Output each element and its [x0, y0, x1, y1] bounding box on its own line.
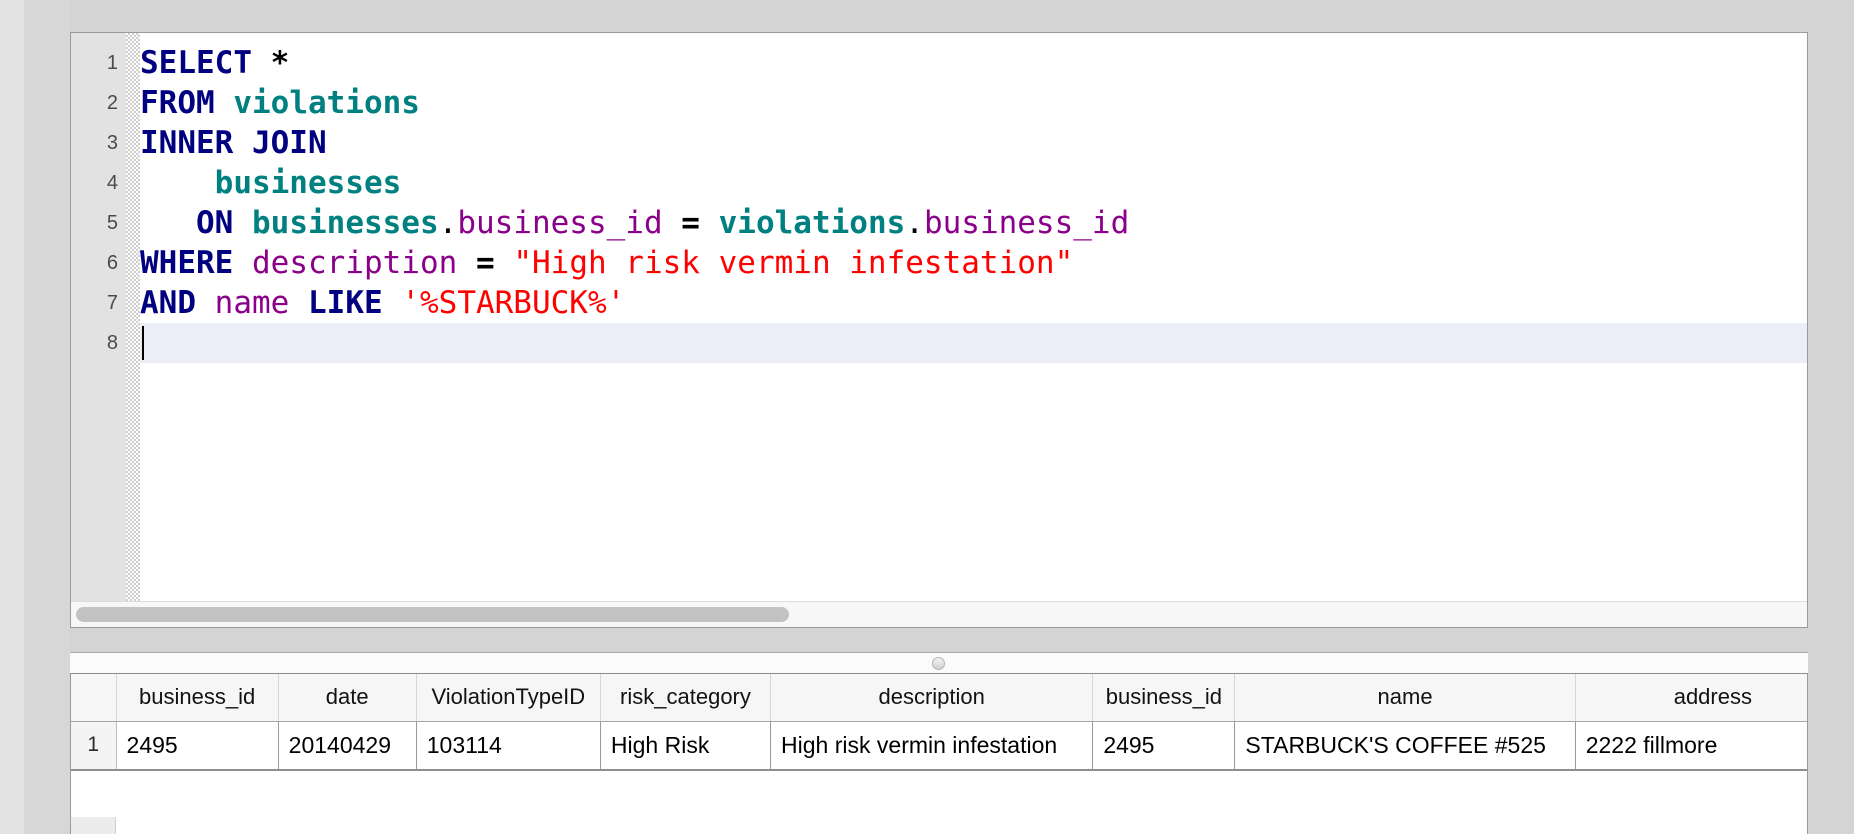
query-results-panel[interactable]: business_id date ViolationTypeID risk_categ…: [70, 674, 1808, 834]
text-caret: [142, 326, 144, 360]
editor-line-number: 7: [106, 292, 118, 314]
code-token-op: =: [475, 245, 495, 281]
results-header-description[interactable]: description: [770, 674, 1094, 722]
code-token-pln: [457, 245, 476, 281]
results-cell-description[interactable]: High risk vermin infestation: [770, 721, 1094, 771]
code-token-dot: .: [438, 205, 458, 241]
results-cell-name[interactable]: STARBUCK'S COFFEE #525: [1234, 721, 1576, 771]
code-line-3[interactable]: INNER JOIN: [140, 123, 327, 163]
code-token-pln: [140, 205, 196, 241]
code-token-pln: [196, 285, 215, 321]
code-token-kw: ON: [196, 205, 234, 241]
code-token-op: =: [681, 205, 700, 241]
results-header-date[interactable]: date: [278, 674, 417, 722]
sql-editor-panel[interactable]: 12345678 SELECT * FROM violations INNER JO…: [70, 32, 1808, 628]
results-cell-business_id_2[interactable]: 2495: [1092, 721, 1236, 771]
app-window: 12345678 SELECT * FROM violations INNER JO…: [0, 0, 1854, 834]
code-token-col: name: [214, 285, 290, 321]
results-header-risk_category[interactable]: risk_category: [600, 674, 772, 722]
code-token-str: '%STARBUCK%': [401, 285, 626, 321]
results-empty-area: [71, 817, 1807, 834]
results-cell-business_id_1[interactable]: 2495: [116, 721, 279, 771]
code-token-col: description: [252, 245, 458, 281]
code-token-pln: [233, 205, 252, 241]
code-token-pln: [700, 205, 719, 241]
results-cell-rownum[interactable]: 1: [71, 721, 117, 771]
results-cell-violation_type_id[interactable]: 103114: [416, 721, 601, 771]
code-line-2[interactable]: FROM violations: [140, 83, 420, 123]
editor-line-number: 5: [106, 212, 118, 234]
code-token-kw: FROM: [140, 85, 215, 121]
code-token-col: business_id: [457, 205, 663, 241]
code-token-kw: LIKE: [308, 285, 383, 321]
active-line-highlight: [140, 323, 1807, 363]
results-header-business_id_1[interactable]: business_id: [116, 674, 279, 722]
results-cell-address[interactable]: 2222 fillmore: [1575, 721, 1807, 771]
editor-line-number: 6: [106, 252, 118, 274]
editor-line-number: 3: [106, 132, 118, 154]
code-token-pln: [289, 285, 308, 321]
results-header-name[interactable]: name: [1234, 674, 1576, 722]
code-line-6[interactable]: WHERE description = "High risk vermin in…: [140, 243, 1073, 283]
results-empty-rownum-gutter: [71, 817, 116, 834]
results-header-rownum[interactable]: [71, 674, 117, 722]
results-table-header: business_id date ViolationTypeID risk_categ…: [71, 674, 1807, 722]
window-top-margin: [70, 0, 1809, 32]
window-left-margin: [24, 0, 70, 834]
results-table-body: 1 2495 20140429 103114 High Risk High risk ve…: [71, 721, 1807, 771]
code-line-4[interactable]: businesses: [140, 163, 402, 203]
code-token-pln: [663, 205, 682, 241]
code-token-kw: AND: [140, 285, 196, 321]
code-token-pln: [495, 245, 514, 281]
splitter-grip-handle[interactable]: [932, 657, 945, 670]
editor-fold-strip[interactable]: [126, 33, 140, 627]
editor-horizontal-scrollbar-track[interactable]: [71, 601, 1807, 627]
code-token-pln: [215, 85, 234, 121]
results-cell-risk_category[interactable]: High Risk: [600, 721, 772, 771]
results-header-business_id_2[interactable]: business_id: [1092, 674, 1236, 722]
code-token-kw: SELECT: [140, 45, 252, 81]
window-right-margin: [1809, 0, 1854, 834]
code-token-tbl: businesses: [252, 205, 439, 241]
code-line-5[interactable]: ON businesses.business_id = violations.b…: [140, 203, 1129, 243]
editor-line-number: 4: [106, 172, 118, 194]
code-line-1[interactable]: SELECT *: [140, 43, 289, 83]
code-token-pln: [140, 165, 215, 201]
code-token-kw: WHERE: [140, 245, 234, 281]
editor-line-number: 1: [106, 52, 118, 74]
code-token-col: business_id: [923, 205, 1130, 241]
results-header-row: business_id date ViolationTypeID risk_categ…: [71, 674, 1807, 722]
code-line-7[interactable]: AND name LIKE '%STARBUCK%': [140, 283, 625, 323]
code-token-pln: [252, 45, 271, 81]
panel-splitter[interactable]: [70, 652, 1808, 674]
code-token-op: *: [270, 45, 290, 81]
results-row[interactable]: 1 2495 20140429 103114 High Risk High risk ve…: [71, 721, 1807, 771]
code-token-dot: .: [905, 205, 924, 241]
editor-horizontal-scrollbar-thumb[interactable]: [76, 607, 789, 622]
editor-line-number-gutter: 1 2 3 4 5 6 7 8: [71, 33, 126, 627]
results-cell-date[interactable]: 20140429: [278, 721, 417, 771]
code-token-tbl: violations: [718, 205, 906, 241]
results-table: business_id date ViolationTypeID risk_categ…: [71, 674, 1807, 771]
code-token-pln: [383, 285, 402, 321]
editor-line-number: 2: [106, 92, 118, 114]
code-token-pln: [233, 245, 252, 281]
code-token-tbl: violations: [233, 85, 420, 121]
code-token-kw: INNER JOIN: [140, 125, 327, 161]
results-header-violation_type_id[interactable]: ViolationTypeID: [416, 674, 601, 722]
sql-code-area[interactable]: SELECT * FROM violations INNER JOIN busine…: [140, 33, 1807, 627]
code-token-str: "High risk vermin infestation": [513, 245, 1074, 281]
code-token-tbl: businesses: [214, 165, 402, 201]
window-left-edge: [0, 0, 24, 834]
editor-line-number: 8: [106, 332, 118, 354]
results-header-address[interactable]: address: [1575, 674, 1807, 722]
